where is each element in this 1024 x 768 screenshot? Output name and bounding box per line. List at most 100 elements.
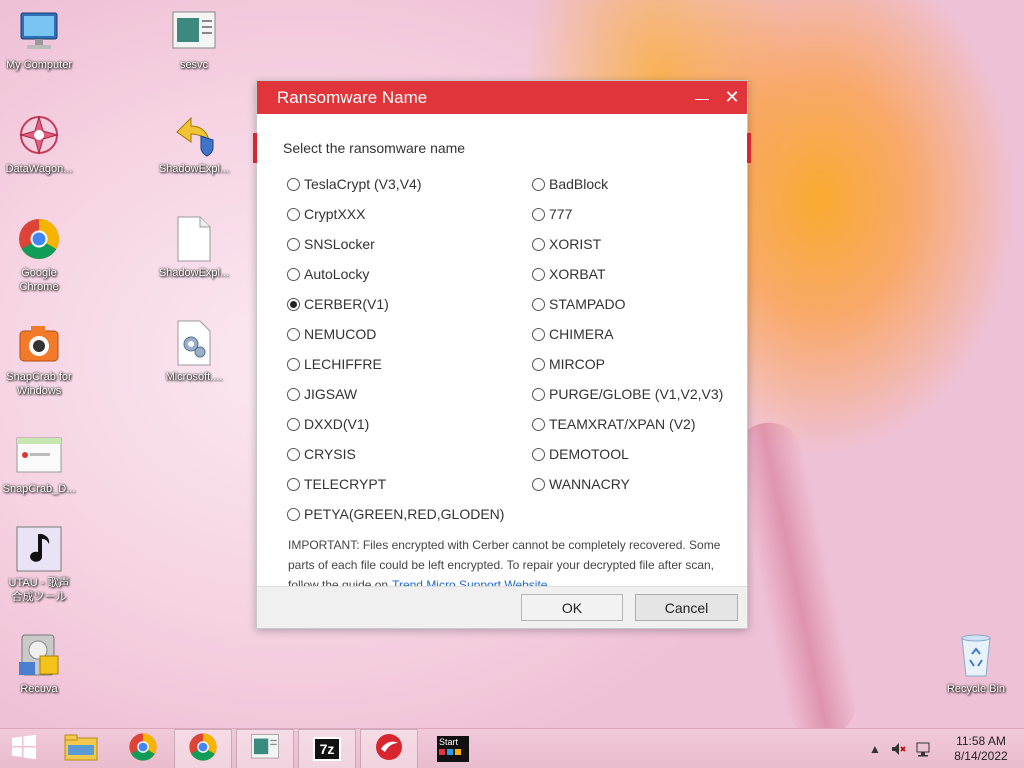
- taskbar-file-explorer[interactable]: [52, 729, 110, 768]
- option-purge-globe[interactable]: PURGE/GLOBE (V1,V2,V3): [532, 384, 723, 404]
- desktop-icon-label: sesvc: [179, 59, 209, 71]
- desktop-icon-shadowexplorer-file[interactable]: ShadowExpl...: [152, 216, 236, 280]
- option-telecrypt[interactable]: TELECRYPT: [287, 474, 386, 494]
- radio-button[interactable]: [287, 447, 300, 461]
- dialog-titlebar[interactable]: Ransomware Name — ✕: [257, 81, 747, 114]
- option-mircop[interactable]: MIRCOP: [532, 354, 605, 374]
- option-cryptxxx[interactable]: CryptXXX: [287, 204, 365, 224]
- ok-button[interactable]: OK: [521, 594, 623, 621]
- radio-button[interactable]: [532, 207, 545, 221]
- option-nemucod[interactable]: NEMUCOD: [287, 324, 376, 344]
- option-teamxrat[interactable]: TEAMXRAT/XPAN (V2): [532, 414, 696, 434]
- desktop-icon-label: ShadowExpl...: [158, 163, 230, 175]
- option-stampado[interactable]: STAMPADO: [532, 294, 626, 314]
- radio-button[interactable]: [287, 267, 300, 281]
- option-jigsaw[interactable]: JIGSAW: [287, 384, 357, 404]
- taskbar-cmd[interactable]: Start: [424, 729, 482, 768]
- radio-button[interactable]: [287, 357, 300, 371]
- option-petya[interactable]: PETYA(GREEN,RED,GLODEN): [287, 504, 504, 524]
- taskbar-sesvc[interactable]: [236, 729, 294, 768]
- option-label: LECHIFFRE: [304, 356, 382, 372]
- option-demotool[interactable]: DEMOTOOL: [532, 444, 629, 464]
- radio-button[interactable]: [532, 297, 545, 311]
- radio-button[interactable]: [287, 507, 300, 521]
- option-xorist[interactable]: XORIST: [532, 234, 601, 254]
- option-label: CERBER(V1): [304, 296, 389, 312]
- folder-icon: [64, 733, 98, 766]
- option-lechiffre[interactable]: LECHIFFRE: [287, 354, 382, 374]
- trend-micro-icon: [374, 732, 404, 767]
- radio-button-selected[interactable]: [287, 297, 300, 311]
- minimize-button[interactable]: —: [687, 81, 717, 114]
- desktop-icon-datawagon[interactable]: DataWagon...: [0, 112, 81, 176]
- option-label: WANNACRY: [549, 476, 630, 492]
- option-wannacry[interactable]: WANNACRY: [532, 474, 630, 494]
- radio-button[interactable]: [532, 477, 545, 491]
- option-label: DEMOTOOL: [549, 446, 629, 462]
- option-label: MIRCOP: [549, 356, 605, 372]
- radio-button[interactable]: [287, 207, 300, 221]
- desktop-icon-microsoft[interactable]: Microsoft....: [152, 320, 236, 384]
- blank-file-icon: [171, 216, 217, 262]
- option-badblock[interactable]: BadBlock: [532, 174, 608, 194]
- taskbar-chrome[interactable]: [114, 729, 172, 768]
- cmd-icon: Start: [437, 736, 469, 762]
- desktop-icon-google-chrome[interactable]: Google Chrome: [0, 216, 81, 294]
- option-crysis[interactable]: CRYSIS: [287, 444, 356, 464]
- system-tray: ▲ 11:58 AM 8/14/2022: [866, 729, 1024, 768]
- option-label: TELECRYPT: [304, 476, 387, 492]
- option-label: PURGE/GLOBE (V1,V2,V3): [549, 386, 724, 402]
- radio-button[interactable]: [532, 327, 545, 341]
- start-button[interactable]: [0, 729, 48, 768]
- radio-button[interactable]: [287, 417, 300, 431]
- radio-button[interactable]: [532, 357, 545, 371]
- desktop-icon-label: SnapCrab_D...: [2, 483, 76, 495]
- taskbar-trend-micro[interactable]: [360, 729, 418, 768]
- speaker-muted-icon[interactable]: [890, 740, 908, 758]
- system-clock[interactable]: 11:58 AM 8/14/2022: [938, 734, 1024, 764]
- option-dxxd-v1[interactable]: DXXD(V1): [287, 414, 369, 434]
- cancel-button[interactable]: Cancel: [635, 594, 738, 621]
- chrome-icon: [128, 732, 158, 767]
- option-xorbat[interactable]: XORBAT: [532, 264, 606, 284]
- option-777[interactable]: 777: [532, 204, 572, 224]
- image-file-icon: [16, 432, 62, 478]
- radio-button[interactable]: [287, 177, 300, 191]
- desktop-icon-snapcrab[interactable]: SnapCrab for Windows: [0, 320, 81, 398]
- radio-button[interactable]: [532, 267, 545, 281]
- option-cerber-v1[interactable]: CERBER(V1): [287, 294, 389, 314]
- desktop-icon-label: Recycle Bin: [946, 683, 1006, 695]
- radio-button[interactable]: [287, 327, 300, 341]
- desktop-icon-utau[interactable]: UTAU - 歌声合成ツール: [0, 526, 81, 604]
- radio-button[interactable]: [287, 387, 300, 401]
- taskbar-7zip[interactable]: 7z: [298, 729, 356, 768]
- option-chimera[interactable]: CHIMERA: [532, 324, 614, 344]
- datawagon-icon: [16, 112, 62, 158]
- network-icon[interactable]: [914, 740, 932, 758]
- radio-button[interactable]: [532, 447, 545, 461]
- desktop-icon-recycle-bin[interactable]: Recycle Bin: [934, 632, 1018, 696]
- radio-button[interactable]: [287, 237, 300, 251]
- option-snslocker[interactable]: SNSLocker: [287, 234, 375, 254]
- taskbar-chrome-active[interactable]: [174, 729, 232, 768]
- option-label: DXXD(V1): [304, 416, 370, 432]
- desktop-icon-label: UTAU - 歌声合成ツール: [8, 577, 70, 603]
- desktop-icon-shadowexplorer-shortcut[interactable]: ShadowExpl...: [152, 112, 236, 176]
- radio-button[interactable]: [532, 417, 545, 431]
- radio-button[interactable]: [532, 237, 545, 251]
- desktop-icon-sesvc[interactable]: sesvc: [152, 8, 236, 72]
- desktop-icon-snapcrab-d[interactable]: SnapCrab_D...: [0, 432, 81, 496]
- radio-button[interactable]: [287, 477, 300, 491]
- desktop-icon-my-computer[interactable]: My Computer: [0, 8, 81, 72]
- option-label: STAMPADO: [549, 296, 626, 312]
- close-button[interactable]: ✕: [717, 81, 747, 114]
- option-teslacrypt[interactable]: TeslaCrypt (V3,V4): [287, 174, 421, 194]
- background-window-edge: [253, 133, 257, 163]
- chevron-up-icon[interactable]: ▲: [866, 740, 884, 758]
- radio-button[interactable]: [532, 177, 545, 191]
- radio-button[interactable]: [532, 387, 545, 401]
- option-autolocky[interactable]: AutoLocky: [287, 264, 369, 284]
- clock-date: 8/14/2022: [954, 749, 1008, 763]
- window-app-icon: [171, 8, 217, 54]
- desktop-icon-recuva[interactable]: Recuva: [0, 632, 81, 696]
